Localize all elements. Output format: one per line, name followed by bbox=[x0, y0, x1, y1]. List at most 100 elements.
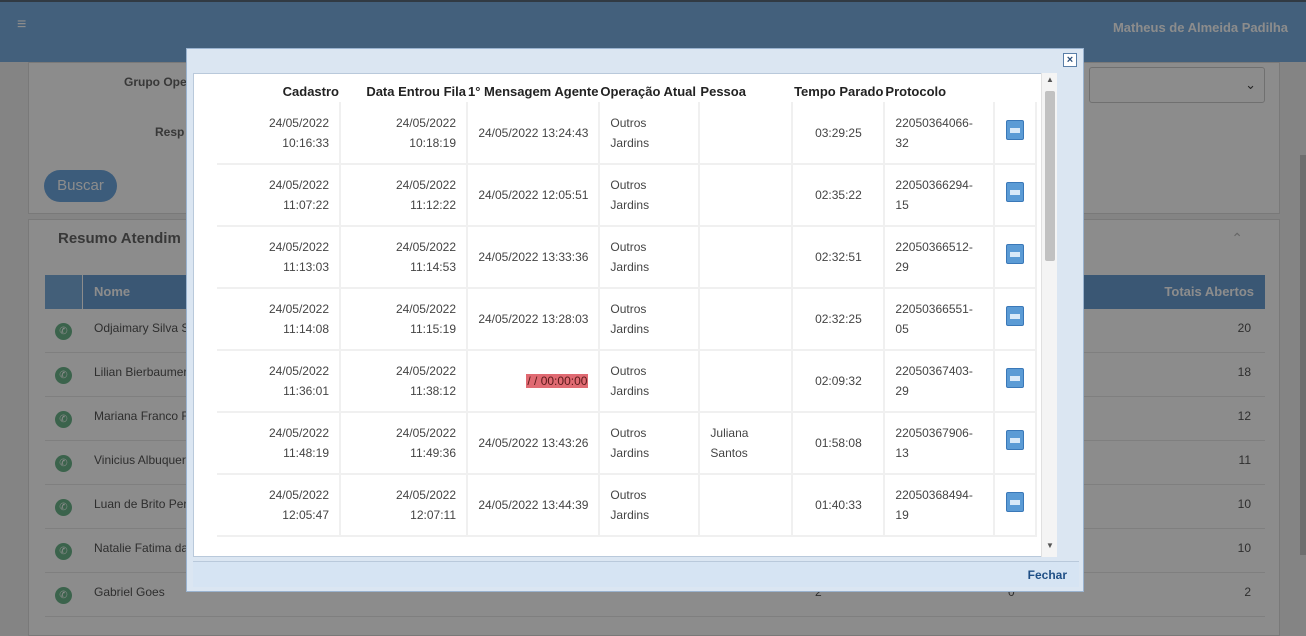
cell-pdf bbox=[994, 102, 1038, 165]
cell-tempo-parado: 02:35:22 bbox=[792, 164, 886, 227]
tempo-value: 01:40:33 bbox=[815, 498, 862, 512]
operacao-line1: Outros bbox=[610, 364, 647, 378]
operacao-line1: Outros bbox=[610, 115, 647, 130]
scroll-up-icon[interactable]: ▲ bbox=[1046, 75, 1054, 84]
operacao-line2: Jardins bbox=[610, 260, 650, 274]
cell-cadastro: 24/05/2022 11:07:22 bbox=[217, 164, 341, 227]
cell-protocolo: 22050364066- 32 bbox=[884, 102, 996, 165]
cell-pdf bbox=[994, 226, 1038, 289]
cell-tempo-parado: 03:29:25 bbox=[792, 102, 886, 165]
cadastro-date: 24/05/2022 bbox=[268, 488, 329, 502]
entrou-date: 24/05/2022 bbox=[395, 426, 456, 440]
operacao-line2: Jardins bbox=[610, 446, 650, 460]
protocolo-line1: 22050366512- bbox=[895, 240, 973, 254]
protocolo-line1: 22050366551- bbox=[895, 302, 973, 316]
entrou-date: 24/05/2022 bbox=[395, 364, 456, 378]
pdf-icon[interactable] bbox=[1006, 182, 1025, 202]
mensagem-value: / / 00:00:00 bbox=[526, 374, 589, 388]
entrou-time: 11:38:12 bbox=[410, 384, 456, 398]
pdf-icon[interactable] bbox=[1006, 119, 1025, 140]
cell-entrou-fila: 24/05/2022 11:14:53 bbox=[340, 226, 468, 289]
cell-tempo-parado: 02:32:51 bbox=[792, 226, 886, 289]
cell-cadastro: 24/05/2022 11:36:01 bbox=[217, 350, 341, 413]
cell-primeira-mensagem: 24/05/2022 13:24:43 bbox=[467, 102, 601, 165]
cell-tempo-parado: 01:58:08 bbox=[792, 412, 886, 475]
entrou-date: 24/05/2022 bbox=[395, 115, 456, 130]
pdf-icon[interactable] bbox=[1006, 492, 1025, 512]
operacao-line2: Jardins bbox=[610, 322, 650, 336]
cadastro-time: 10:16:33 bbox=[282, 135, 329, 150]
operacao-line2: Jardins bbox=[610, 508, 650, 522]
operacao-line2: Jardins bbox=[610, 135, 650, 150]
cell-pdf bbox=[994, 474, 1038, 537]
pessoa-line1: Juliana bbox=[710, 426, 749, 440]
cell-tempo-parado: 02:32:25 bbox=[792, 288, 886, 351]
entrou-time: 11:12:22 bbox=[410, 198, 456, 212]
cell-pessoa: Juliana Santos bbox=[699, 412, 794, 475]
table-row: 24/05/2022 12:05:47 24/05/2022 12:07:11 24/0… bbox=[217, 474, 1038, 537]
cell-primeira-mensagem: 24/05/2022 13:28:03 bbox=[467, 288, 601, 351]
operacao-line1: Outros bbox=[610, 302, 647, 316]
tempo-value: 02:09:32 bbox=[815, 374, 862, 388]
tempo-value: 02:32:25 bbox=[815, 312, 862, 326]
cell-entrou-fila: 24/05/2022 11:12:22 bbox=[340, 164, 468, 227]
modal-footer: Fechar bbox=[193, 561, 1079, 587]
mensagem-value: 24/05/2022 13:24:43 bbox=[478, 125, 589, 140]
entrou-date: 24/05/2022 bbox=[395, 178, 456, 192]
cell-entrou-fila: 24/05/2022 10:18:19 bbox=[340, 102, 468, 165]
cell-pessoa bbox=[699, 474, 794, 537]
pdf-icon[interactable] bbox=[1006, 244, 1025, 264]
cell-cadastro: 24/05/2022 12:05:47 bbox=[217, 474, 341, 537]
operacao-line1: Outros bbox=[610, 178, 647, 192]
cell-operacao: Outros Jardins bbox=[599, 288, 701, 351]
cell-tempo-parado: 01:40:33 bbox=[792, 474, 886, 537]
scroll-thumb[interactable] bbox=[1045, 91, 1055, 261]
cell-primeira-mensagem: 24/05/2022 13:44:39 bbox=[467, 474, 601, 537]
tempo-value: 02:32:51 bbox=[815, 250, 862, 264]
col-cadastro: Cadastro bbox=[217, 80, 340, 102]
cadastro-date: 24/05/2022 bbox=[268, 302, 329, 316]
fechar-button[interactable]: Fechar bbox=[1028, 568, 1067, 582]
cell-operacao: Outros Jardins bbox=[599, 350, 701, 413]
col-data-entrou-fila: Data Entrou Fila bbox=[340, 80, 467, 102]
cadastro-time: 11:36:01 bbox=[283, 384, 329, 398]
atendimentos-modal: × Cadastro Data Entrou Fila 1° Mensagem … bbox=[186, 48, 1084, 592]
table-row: 24/05/2022 11:36:01 24/05/2022 11:38:12 / / … bbox=[217, 350, 1038, 413]
protocolo-line2: 19 bbox=[895, 508, 909, 522]
cadastro-date: 24/05/2022 bbox=[268, 364, 329, 378]
protocolo-line1: 22050367906- bbox=[895, 426, 973, 440]
cell-cadastro: 24/05/2022 11:48:19 bbox=[217, 412, 341, 475]
operacao-line1: Outros bbox=[610, 240, 647, 254]
pdf-icon[interactable] bbox=[1006, 368, 1025, 388]
cadastro-date: 24/05/2022 bbox=[268, 426, 329, 440]
modal-scrollbar[interactable]: ▲ ▼ bbox=[1041, 73, 1057, 557]
close-icon[interactable]: × bbox=[1063, 53, 1077, 67]
mensagem-value: 24/05/2022 13:33:36 bbox=[478, 250, 589, 264]
atendimentos-table: Cadastro Data Entrou Fila 1° Mensagem Ag… bbox=[217, 80, 1038, 537]
entrou-time: 11:15:19 bbox=[410, 322, 456, 336]
table-row: 24/05/2022 11:14:08 24/05/2022 11:15:19 24/0… bbox=[217, 288, 1038, 351]
cell-entrou-fila: 24/05/2022 12:07:11 bbox=[340, 474, 468, 537]
cell-pdf bbox=[994, 350, 1038, 413]
cadastro-time: 11:48:19 bbox=[283, 446, 329, 460]
cell-protocolo: 22050368494- 19 bbox=[884, 474, 996, 537]
protocolo-line1: 22050364066- bbox=[895, 115, 973, 130]
mensagem-value: 24/05/2022 13:43:26 bbox=[478, 436, 589, 450]
table-row: 24/05/2022 11:13:03 24/05/2022 11:14:53 24/0… bbox=[217, 226, 1038, 289]
operacao-line1: Outros bbox=[610, 426, 647, 440]
pdf-icon[interactable] bbox=[1006, 430, 1025, 450]
protocolo-line1: 22050368494- bbox=[895, 488, 973, 502]
col-protocolo: Protocolo bbox=[884, 80, 995, 102]
tempo-value: 02:35:22 bbox=[815, 188, 862, 202]
scroll-down-icon[interactable]: ▼ bbox=[1046, 541, 1054, 550]
protocolo-line2: 05 bbox=[895, 322, 909, 336]
entrou-time: 11:14:53 bbox=[410, 260, 456, 274]
col-pessoa: Pessoa bbox=[699, 80, 793, 102]
mensagem-value: 24/05/2022 13:44:39 bbox=[478, 498, 589, 512]
cadastro-time: 11:07:22 bbox=[283, 198, 329, 212]
cell-protocolo: 22050366294- 15 bbox=[884, 164, 996, 227]
col-tempo-parado: Tempo Parado bbox=[792, 80, 885, 102]
cell-operacao: Outros Jardins bbox=[599, 102, 701, 165]
pdf-icon[interactable] bbox=[1006, 306, 1025, 326]
col-operacao-atual: Operação Atual bbox=[599, 80, 700, 102]
